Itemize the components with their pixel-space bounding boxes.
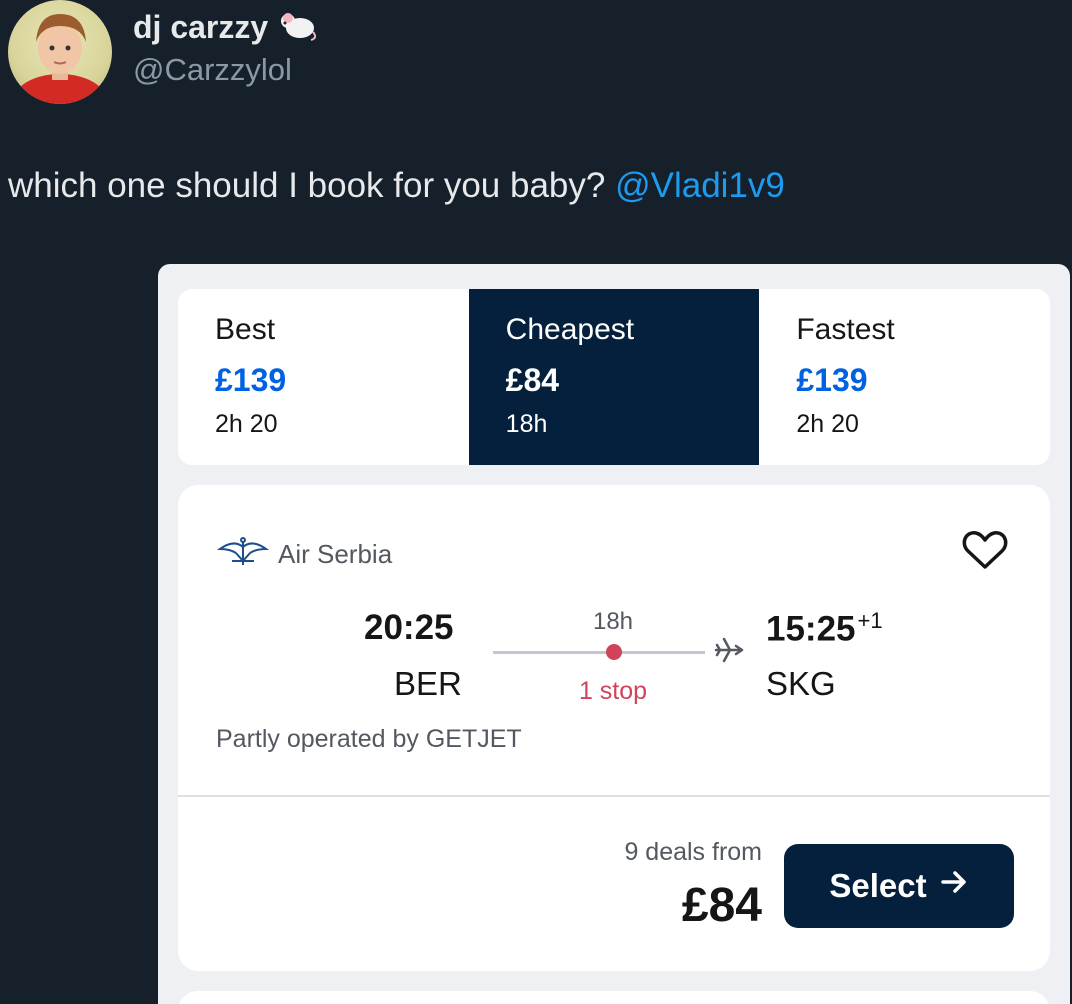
arrow-right-icon: [939, 867, 969, 905]
air-serbia-logo-icon: [216, 535, 270, 574]
mouse-emoji-icon: [278, 8, 318, 47]
tab-duration: 2h 20: [215, 410, 278, 438]
tweet-body: which one should I book for you baby?: [8, 166, 606, 205]
divider: [178, 795, 1050, 797]
tab-label: Fastest: [796, 313, 895, 346]
select-label: Select: [829, 867, 927, 904]
arrival-day-offset: +1: [857, 608, 883, 633]
tab-label: Best: [215, 313, 276, 346]
flight-screenshot: Best £139 2h 20 Cheapest £84 18h Fastest…: [158, 264, 1070, 1004]
handle[interactable]: @Carzzylol: [133, 52, 292, 88]
tab-price: £139: [215, 362, 287, 398]
plane-icon: [712, 633, 746, 667]
departure-airport: BER: [394, 665, 462, 702]
tab-duration: 18h: [505, 410, 548, 438]
avatar[interactable]: [8, 0, 112, 104]
flight-duration: 18h: [592, 608, 634, 635]
departure-time: 20:25: [364, 608, 454, 647]
route-line: [493, 651, 705, 654]
tab-cheapest[interactable]: Cheapest £84 18h: [468, 289, 760, 465]
tab-price: £84: [505, 362, 560, 398]
tweet-text: which one should I book for you baby? @V…: [8, 166, 785, 206]
display-name[interactable]: dj carzzy: [133, 9, 268, 46]
tab-label: Cheapest: [505, 313, 635, 346]
select-button[interactable]: Select: [784, 844, 1014, 928]
tab-fastest[interactable]: Fastest £139 2h 20: [759, 289, 1050, 465]
heart-icon[interactable]: [960, 525, 1010, 575]
operated-by: Partly operated by GETJET: [216, 725, 522, 753]
flight-result-card[interactable]: Air Serbia 20:25 BER 18h 1 stop 15:25+1 …: [178, 485, 1050, 971]
stops-count: 1 stop: [578, 677, 648, 705]
airline: Air Serbia: [216, 535, 392, 574]
tab-price: £139: [796, 362, 868, 398]
tab-duration: 2h 20: [796, 410, 859, 438]
tab-best[interactable]: Best £139 2h 20: [178, 289, 469, 465]
airline-name: Air Serbia: [278, 539, 393, 569]
arrival-airport: SKG: [766, 665, 836, 702]
arrival-time-wrap: 15:25+1: [766, 608, 883, 650]
next-result-card[interactable]: [178, 991, 1050, 1004]
sort-tabs: Best £139 2h 20 Cheapest £84 18h Fastest…: [178, 289, 1050, 465]
stop-dot: [606, 644, 622, 660]
arrival-time: 15:25: [766, 609, 856, 649]
deal-price: £84: [681, 879, 762, 932]
mention-link[interactable]: @Vladi1v9: [615, 166, 785, 205]
deals-label: 9 deals from: [624, 838, 762, 866]
